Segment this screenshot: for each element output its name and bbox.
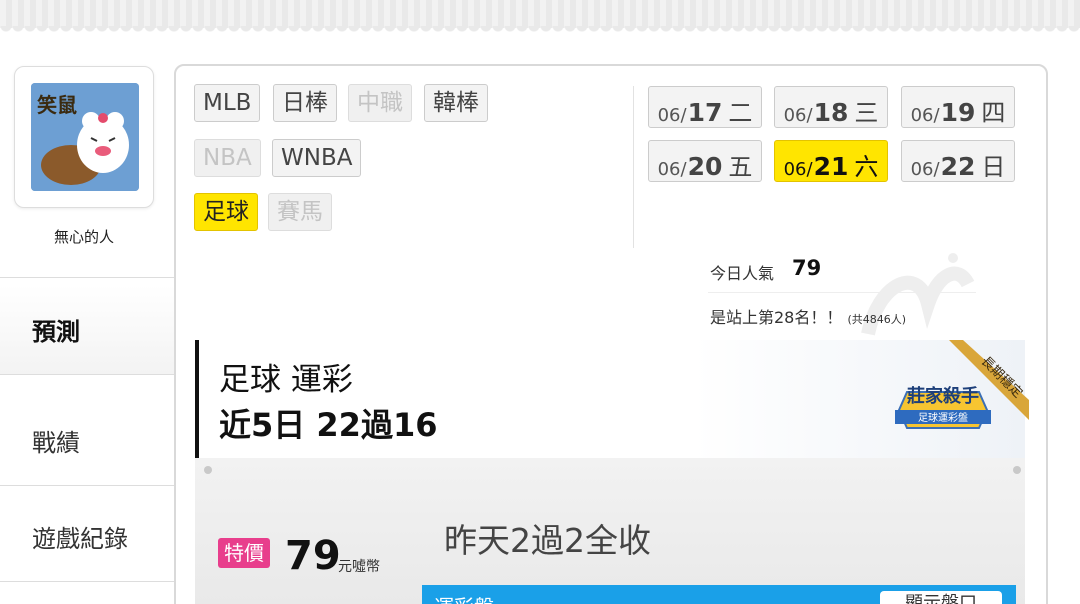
tag-soccer[interactable]: 足球 — [194, 193, 258, 231]
pin-icon — [204, 466, 212, 474]
price-unit: 元噓幣 — [338, 559, 380, 575]
divider — [633, 86, 634, 248]
tag-mlb[interactable]: MLB — [194, 84, 261, 122]
top-decorative-band — [0, 0, 1080, 34]
divider — [0, 277, 174, 278]
username: 無心的人 — [53, 228, 114, 246]
date-button-0617[interactable]: 06/17 二 — [648, 86, 762, 128]
date-button-0622[interactable]: 06/22 日 — [901, 140, 1015, 182]
tag-cpbl: 中職 — [348, 84, 412, 122]
tag-nba: NBA — [194, 139, 261, 177]
odds-bar-label: 運彩盤 — [434, 591, 494, 604]
tag-wnba[interactable]: WNBA — [272, 139, 362, 177]
divider — [708, 292, 976, 293]
tag-npb[interactable]: 日棒 — [273, 84, 337, 122]
tag-horse-racing: 賽馬 — [268, 193, 332, 231]
pin-icon — [1013, 466, 1021, 474]
prediction-header: 足球 運彩 近5日 22過16 長期穩定 莊家殺手 足球運彩盤 — [195, 340, 1029, 458]
avatar-card[interactable]: 笑鼠 — [14, 66, 154, 208]
popularity-value: 79 — [792, 256, 822, 280]
tag-kbo[interactable]: 韓棒 — [424, 84, 488, 122]
date-button-0619[interactable]: 06/19 四 — [901, 86, 1015, 128]
avatar: 笑鼠 — [31, 83, 139, 191]
sidebar-item-predictions[interactable]: 預測 — [0, 285, 174, 375]
show-odds-button[interactable]: 顯示盤口 — [880, 591, 1002, 604]
date-button-0618[interactable]: 06/18 三 — [774, 86, 888, 128]
killer-badge-icon: 長期穩定 莊家殺手 足球運彩盤 — [895, 340, 1029, 429]
yesterday-summary: 昨天2過2全收 — [444, 521, 651, 560]
svg-text:莊家殺手: 莊家殺手 — [907, 385, 979, 407]
svg-text:長期穩定: 長期穩定 — [978, 354, 1025, 401]
popularity-rank: 是站上第28名！！ (共4846人) — [710, 308, 907, 327]
special-price-badge: 特價 — [218, 538, 270, 568]
avatar-title: 笑鼠 — [37, 93, 77, 117]
prediction-record: 近5日 22過16 — [219, 406, 438, 444]
sidebar-item-label: 預測 — [32, 318, 80, 346]
date-button-0621[interactable]: 06/21 六 — [774, 140, 888, 182]
date-button-0620[interactable]: 06/20 五 — [648, 140, 762, 182]
prediction-category: 足球 運彩 — [219, 362, 353, 398]
popularity-label: 今日人氣 — [710, 264, 775, 283]
odds-bar: 運彩盤 顯示盤口 — [422, 585, 1016, 604]
sidebar-item-label: 遊戲紀錄 — [32, 525, 128, 553]
svg-text:足球運彩盤: 足球運彩盤 — [918, 411, 968, 424]
price-value: 79 — [285, 533, 341, 579]
sidebar-item-game-history[interactable]: 遊戲紀錄 — [0, 492, 174, 582]
sidebar-item-record[interactable]: 戰績 — [0, 396, 174, 486]
sidebar-item-label: 戰績 — [32, 429, 80, 457]
